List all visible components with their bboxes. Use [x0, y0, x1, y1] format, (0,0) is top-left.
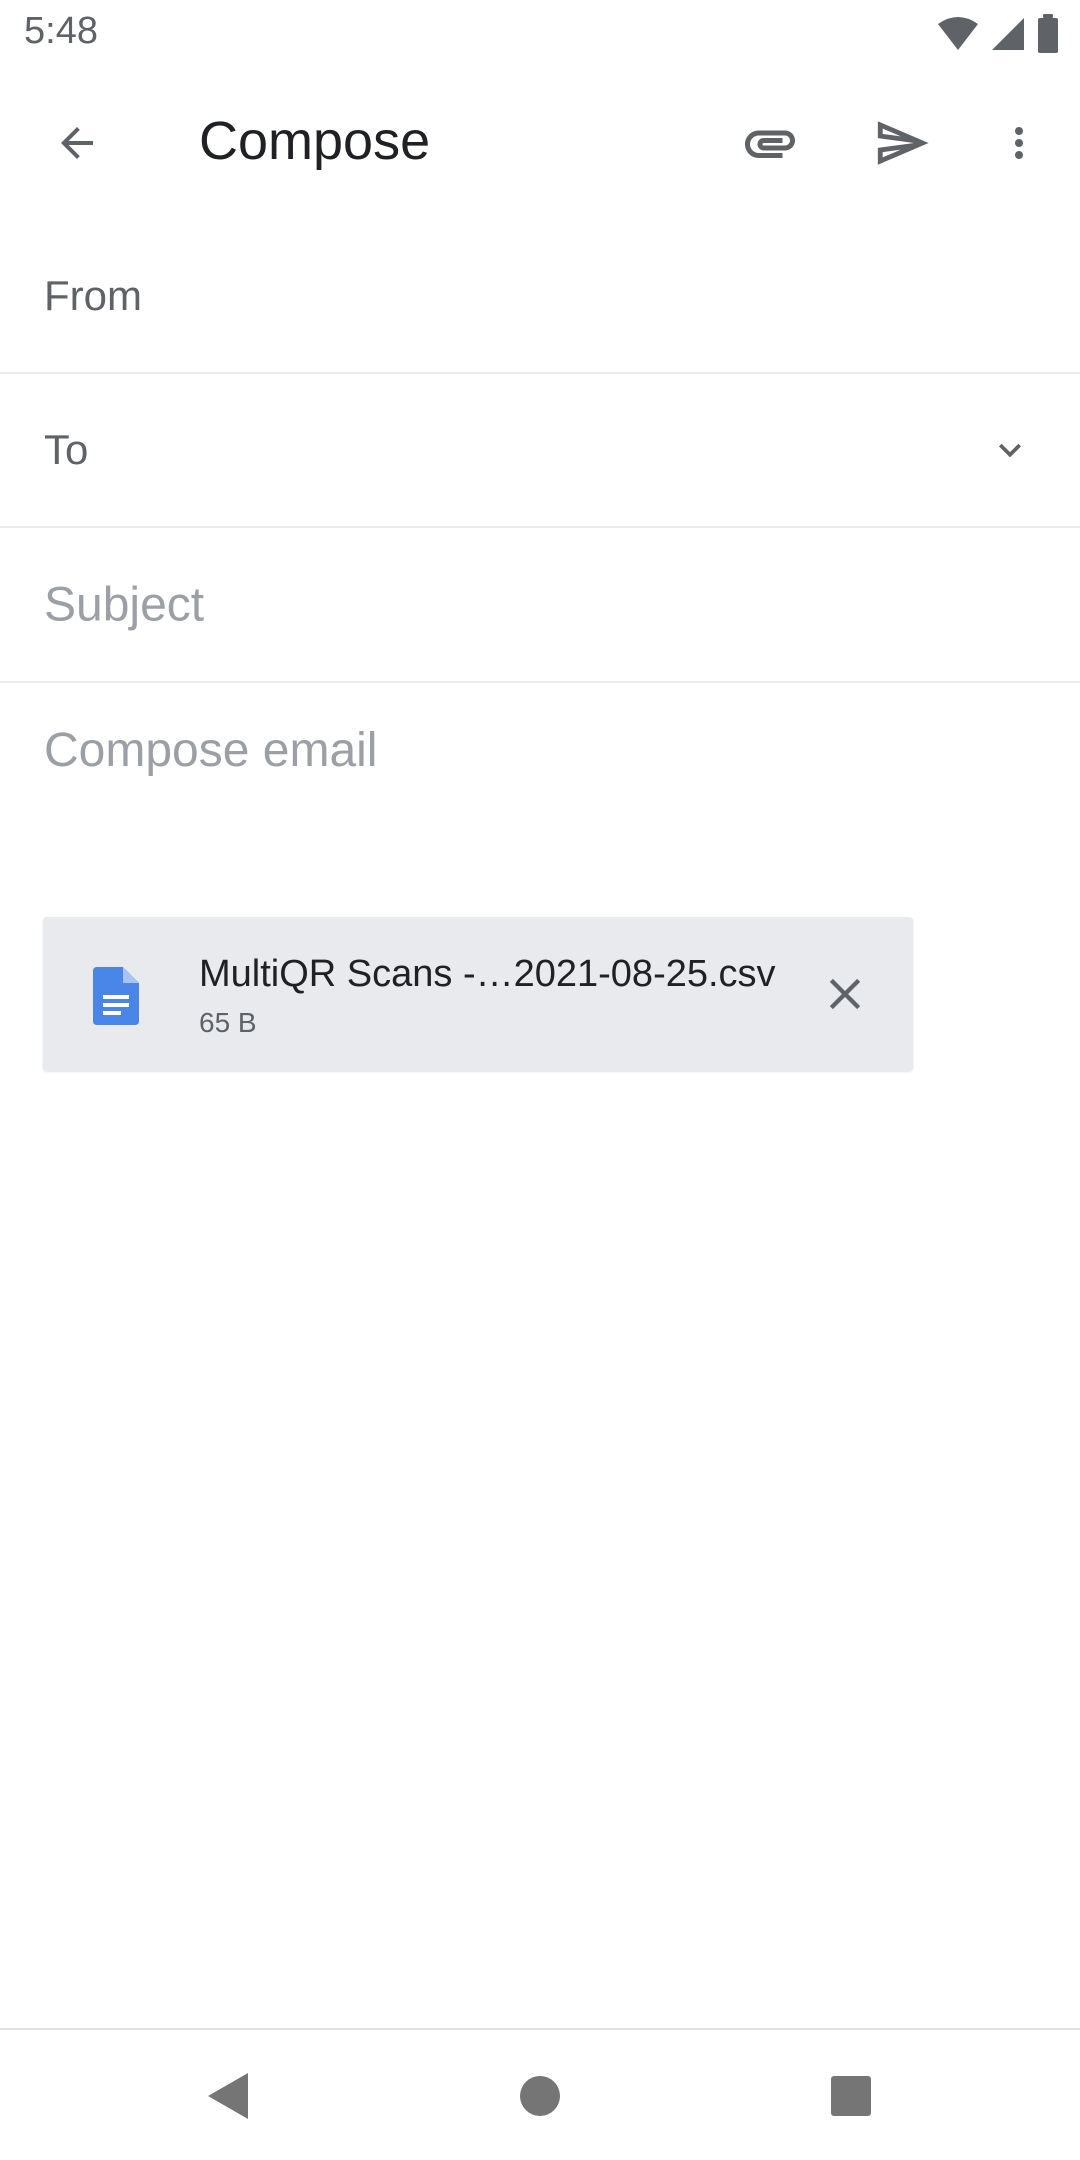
wifi-icon: [938, 17, 978, 50]
subject-input[interactable]: [44, 577, 1024, 633]
system-nav-bar: [0, 2028, 1080, 2160]
status-time: 5:48: [24, 10, 98, 52]
attachment-size: 65 B: [199, 1007, 257, 1038]
nav-back-button[interactable]: [186, 2054, 270, 2138]
remove-attachment-button[interactable]: [803, 952, 887, 1036]
send-button[interactable]: [854, 95, 950, 191]
page-title: Compose: [199, 111, 431, 171]
document-icon: [93, 967, 139, 1025]
battery-icon: [1038, 14, 1058, 53]
back-button[interactable]: [29, 95, 125, 191]
expand-recipients-button[interactable]: [974, 414, 1046, 486]
send-icon: [877, 121, 929, 165]
more-vert-icon: [1015, 127, 1023, 159]
chevron-down-icon: [999, 443, 1021, 458]
cell-signal-icon: [992, 18, 1024, 50]
attachment-card[interactable]: MultiQR Scans -…2021-08-25.csv 65 B: [43, 917, 913, 1071]
close-icon: [829, 978, 861, 1010]
status-icons: [936, 14, 1060, 54]
nav-recents-button[interactable]: [809, 2054, 893, 2138]
subject-row: [0, 529, 1080, 683]
to-label: To: [44, 426, 89, 473]
more-options-button[interactable]: [971, 95, 1067, 191]
from-field[interactable]: From: [0, 220, 1080, 374]
from-label: From: [44, 272, 142, 319]
nav-back-icon: [208, 2073, 248, 2119]
attach-button[interactable]: [722, 95, 818, 191]
app-bar: Compose: [0, 66, 1080, 220]
attachment-filename: MultiQR Scans -…2021-08-25.csv: [199, 953, 776, 995]
arrow-back-icon: [61, 127, 93, 159]
paperclip-icon: [745, 130, 795, 158]
to-field[interactable]: To: [0, 374, 1080, 528]
nav-home-icon: [520, 2076, 560, 2116]
nav-home-button[interactable]: [498, 2054, 582, 2138]
status-bar: 5:48: [0, 0, 1080, 66]
compose-body-input[interactable]: [44, 723, 1034, 843]
nav-recents-icon: [831, 2076, 871, 2116]
